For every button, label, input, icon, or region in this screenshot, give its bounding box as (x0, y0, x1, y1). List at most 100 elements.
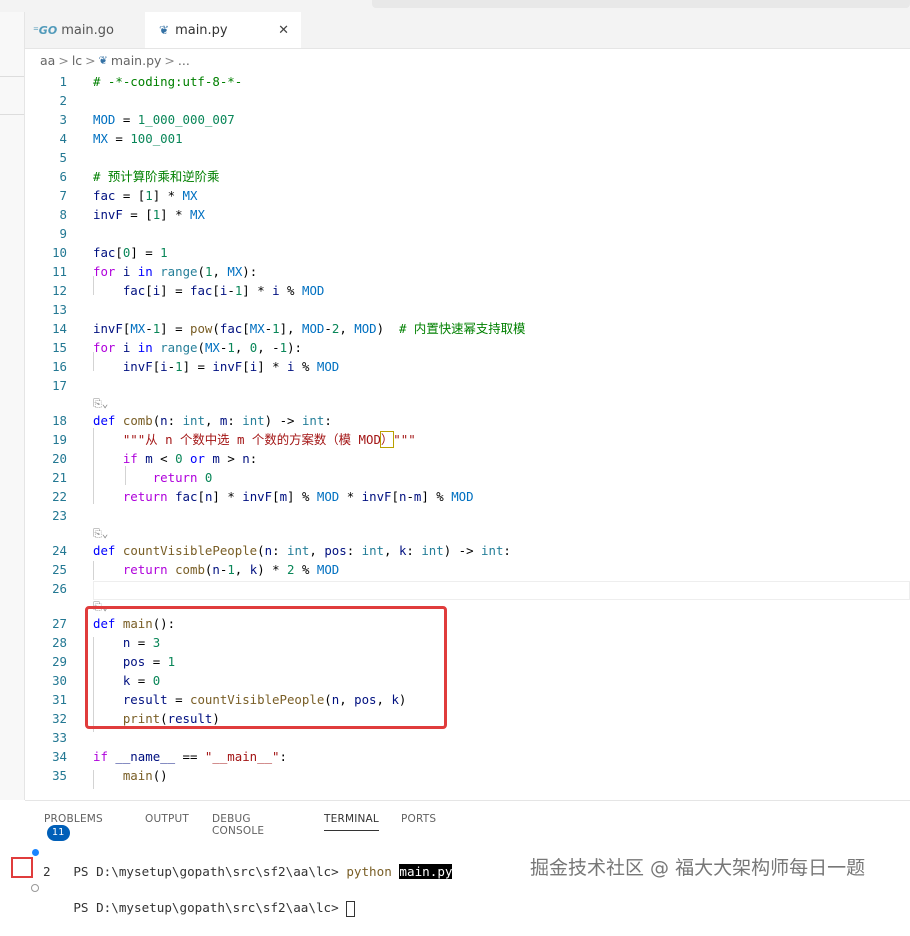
code-line: 2 (25, 91, 910, 110)
code-text: invF = [1] * MX (93, 207, 205, 222)
code-line: 34 if __name__ == "__main__": (25, 747, 910, 766)
line-number: 15 (52, 340, 67, 355)
terminal-output: 2 (43, 864, 51, 879)
window-top-strip (0, 0, 910, 12)
tab-label: main.go (61, 22, 115, 38)
line-number: 31 (52, 692, 67, 707)
code-line: 23 (25, 506, 910, 525)
code-line: 24 def countVisiblePeople(n: int, pos: in… (25, 541, 910, 560)
output-highlight-box (11, 857, 33, 878)
code-text: fac = [1] * MX (93, 188, 198, 203)
line-number: 4 (59, 131, 67, 146)
code-text: return fac[n] * invF[m] % MOD * invF[n-m… (122, 489, 474, 504)
line-number: 13 (52, 302, 67, 317)
line-number: 26 (52, 581, 67, 596)
tab-output[interactable]: OUTPUT (145, 813, 189, 825)
code-text: if __name__ == "__main__": (93, 749, 287, 764)
terminal-cursor (346, 900, 356, 917)
divider (0, 76, 24, 77)
tab-main-py[interactable]: ❦ main.py ✕ (145, 12, 301, 48)
tab-terminal[interactable]: TERMINAL (324, 813, 379, 831)
terminal-line[interactable]: PS D:\mysetup\gopath\src\sf2\aa\lc> (25, 879, 910, 936)
code-lens-icon[interactable]: ⎘⌄ (93, 526, 108, 541)
breadcrumb-item[interactable]: ... (178, 53, 190, 68)
code-text: for i in range(MX-1, 0, -1): (93, 340, 302, 355)
command-pending-dot-icon (31, 884, 39, 892)
line-number: 30 (52, 673, 67, 688)
go-file-icon: ⁼GO (33, 23, 58, 37)
tab-ports[interactable]: PORTS (401, 813, 436, 825)
tab-debug-console[interactable]: DEBUG CONSOLE (212, 813, 264, 837)
line-number: 33 (52, 730, 67, 745)
code-line: 33 (25, 728, 910, 747)
code-line: 11 for i in range(1, MX): (25, 262, 910, 281)
line-number: 16 (52, 359, 67, 374)
code-line: 4 MX = 100_001 (25, 129, 910, 148)
code-text: # 预计算阶乘和逆阶乘 (93, 169, 220, 184)
breadcrumb-item[interactable]: main.py (111, 53, 162, 68)
code-text: main() (122, 768, 168, 783)
code-line: 7 fac = [1] * MX (25, 186, 910, 205)
code-line: 12 fac[i] = fac[i-1] * i % MOD (25, 281, 910, 300)
code-text: # -*-coding:utf-8-*- (93, 74, 243, 89)
line-number: 29 (52, 654, 67, 669)
chevron-right-icon: > (58, 52, 69, 68)
code-line: 1 # -*-coding:utf-8-*- (25, 72, 910, 91)
line-number: 3 (59, 112, 67, 127)
breadcrumb-item[interactable]: lc (72, 53, 82, 68)
code-lens-icon[interactable]: ⎘⌄ (93, 396, 108, 411)
line-number: 19 (52, 432, 67, 447)
editor-tabs: ⁼GO main.go ❦ main.py ✕ (25, 12, 910, 49)
code-line: 25 return comb(n-1, k) * 2 % MOD (25, 560, 910, 579)
line-number: 6 (59, 169, 67, 184)
tab-main-go[interactable]: ⁼GO main.go (25, 12, 151, 48)
code-line: 18 def comb(n: int, m: int) -> int: (25, 411, 910, 430)
code-line: 6 # 预计算阶乘和逆阶乘 (25, 167, 910, 186)
line-number: 34 (52, 749, 67, 764)
code-text: return 0 (152, 470, 213, 485)
terminal-prompt: PS D:\mysetup\gopath\src\sf2\aa\lc> (73, 900, 339, 915)
code-line: 16 invF[i-1] = invF[i] * i % MOD (25, 357, 910, 376)
code-line: 21 return 0 (25, 468, 910, 487)
line-number: 20 (52, 451, 67, 466)
code-text: for i in range(1, MX): (93, 264, 258, 279)
code-line: 5 (25, 148, 910, 167)
line-number: 27 (52, 616, 67, 631)
divider (0, 114, 24, 115)
code-text: invF[i-1] = invF[i] * i % MOD (122, 359, 340, 374)
line-number: 10 (52, 245, 67, 260)
code-line: 3 MOD = 1_000_000_007 (25, 110, 910, 129)
title-bar-fragment (372, 0, 910, 8)
code-line: 10 fac[0] = 1 (25, 243, 910, 262)
code-text: MX = 100_001 (93, 131, 183, 146)
line-number: 28 (52, 635, 67, 650)
line-number: 21 (52, 470, 67, 485)
code-line: 9 (25, 224, 910, 243)
code-text: """从 n 个数中选 m 个数的方案数（模 MOD）""" (122, 431, 416, 448)
line-number: 23 (52, 508, 67, 523)
code-line: 17 (25, 376, 910, 395)
line-number: 9 (59, 226, 67, 241)
tab-problems[interactable]: PROBLEMS11 (44, 813, 103, 841)
code-line: 22 return fac[n] * invF[m] % MOD * invF[… (25, 487, 910, 506)
code-line: 20 if m < 0 or m > n: (25, 449, 910, 468)
line-number: 17 (52, 378, 67, 393)
breadcrumb-item[interactable]: aa (40, 53, 55, 68)
code-text: def countVisiblePeople(n: int, pos: int,… (93, 543, 511, 558)
line-number: 5 (59, 150, 67, 165)
code-text: MOD = 1_000_000_007 (93, 112, 235, 127)
line-number: 32 (52, 711, 67, 726)
watermark: 掘金技术社区 @ 福大大架构师每日一题 (530, 857, 866, 879)
code-text: fac[i] = fac[i-1] * i % MOD (122, 283, 325, 298)
code-text: if m < 0 or m > n: (122, 451, 258, 466)
line-number: 35 (52, 768, 67, 783)
breadcrumb: aa > lc > ❦ main.py > ... (40, 50, 190, 70)
tab-label: PROBLEMS (44, 813, 103, 825)
chevron-right-icon: > (85, 52, 96, 68)
bottom-panel: PROBLEMS11 OUTPUT DEBUG CONSOLE TERMINAL… (25, 800, 910, 917)
main-function-highlight-box (85, 606, 447, 729)
line-number: 7 (59, 188, 67, 203)
close-icon[interactable]: ✕ (278, 23, 289, 38)
line-number: 22 (52, 489, 67, 504)
code-text: fac[0] = 1 (93, 245, 168, 260)
